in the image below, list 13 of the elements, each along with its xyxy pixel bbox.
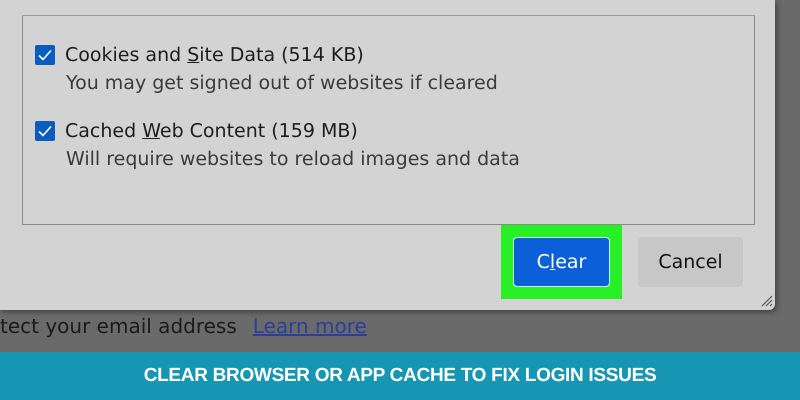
option-label[interactable]: Cached Web Content (159 MB)	[65, 120, 358, 142]
caption-text: CLEAR BROWSER OR APP CACHE TO FIX LOGIN ISSUES	[144, 365, 656, 387]
checkmark-icon	[37, 123, 53, 139]
option-label[interactable]: Cookies and Site Data (514 KB)	[65, 44, 364, 66]
option-description: You may get signed out of websites if cleared	[66, 72, 499, 94]
option-description: Will require websites to reload images and data	[66, 148, 521, 170]
cancel-button[interactable]: Cancel	[638, 237, 743, 287]
resize-grip-icon[interactable]	[761, 295, 773, 307]
page-text: tect your email address	[0, 314, 237, 338]
clear-button[interactable]: Clear	[513, 237, 610, 287]
checkbox[interactable]	[35, 45, 55, 65]
checkbox[interactable]	[35, 121, 55, 141]
checkmark-icon	[37, 47, 53, 63]
